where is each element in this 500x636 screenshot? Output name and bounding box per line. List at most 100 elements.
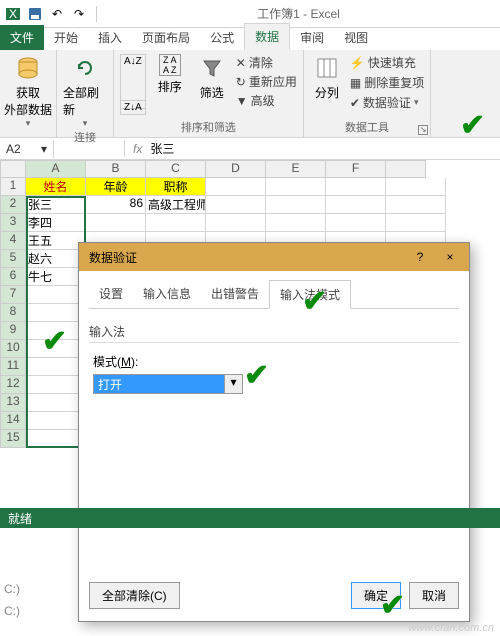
cell[interactable] bbox=[26, 412, 86, 430]
col-header[interactable] bbox=[386, 160, 426, 178]
tab-file[interactable]: 文件 bbox=[0, 25, 44, 50]
clear-icon: ✕ bbox=[236, 56, 246, 70]
dialog-tab-error-alert[interactable]: 出错警告 bbox=[201, 280, 269, 309]
group-sort-filter: A↓Z Z AA Z 排序 筛选 ✕清除 ↻重新应用 ▼高级 bbox=[114, 50, 304, 137]
formula-content[interactable]: 张三 bbox=[150, 140, 174, 157]
row-header[interactable]: 2 bbox=[0, 196, 26, 214]
row-header[interactable]: 1 bbox=[0, 178, 26, 196]
refresh-icon bbox=[71, 54, 99, 82]
mode-dropdown[interactable]: 打开 ▾ bbox=[93, 374, 243, 394]
cell[interactable]: 张三 bbox=[26, 196, 86, 214]
cell[interactable] bbox=[326, 214, 386, 232]
dialog-tab-input-message[interactable]: 输入信息 bbox=[133, 280, 201, 309]
tab-formulas[interactable]: 公式 bbox=[200, 25, 244, 50]
fx-icon[interactable]: fx bbox=[133, 142, 142, 156]
ime-group: 输入法 模式(M): 打开 ▾ bbox=[89, 319, 459, 412]
cell[interactable] bbox=[26, 376, 86, 394]
cell[interactable] bbox=[26, 304, 86, 322]
cell[interactable] bbox=[326, 196, 386, 214]
sort-za-button[interactable]: Z↓A bbox=[120, 100, 146, 115]
col-header[interactable]: E bbox=[266, 160, 326, 178]
redo-icon[interactable]: ↷ bbox=[70, 5, 88, 23]
dialog-launcher-icon[interactable]: ↘ bbox=[418, 125, 428, 135]
help-button[interactable]: ? bbox=[405, 250, 435, 264]
row-header[interactable]: 6 bbox=[0, 268, 26, 286]
undo-icon[interactable]: ↶ bbox=[48, 5, 66, 23]
cell[interactable] bbox=[146, 214, 206, 232]
remove-duplicates-button[interactable]: ▦删除重复项 bbox=[350, 74, 424, 91]
cell[interactable]: 高级工程师 bbox=[146, 196, 206, 214]
row-header[interactable]: 12 bbox=[0, 376, 26, 394]
cell[interactable] bbox=[266, 178, 326, 196]
cell[interactable] bbox=[26, 286, 86, 304]
col-header[interactable]: D bbox=[206, 160, 266, 178]
clear-all-button[interactable]: 全部清除(C) bbox=[89, 582, 180, 609]
col-header[interactable]: C bbox=[146, 160, 206, 178]
cell[interactable]: 李四 bbox=[26, 214, 86, 232]
col-header[interactable]: F bbox=[326, 160, 386, 178]
dialog-tab-settings[interactable]: 设置 bbox=[89, 280, 133, 309]
text-to-columns-button[interactable]: 分列 bbox=[310, 54, 344, 111]
col-header[interactable]: A bbox=[26, 160, 86, 178]
tab-review[interactable]: 审阅 bbox=[290, 25, 334, 50]
mode-label: 模式(M): bbox=[93, 353, 455, 370]
cell[interactable]: 王五 bbox=[26, 232, 86, 250]
cell[interactable] bbox=[266, 214, 326, 232]
cell[interactable] bbox=[86, 214, 146, 232]
cell[interactable] bbox=[326, 178, 386, 196]
get-external-data-button[interactable]: 获取 外部数据 ▾ bbox=[6, 54, 50, 129]
dialog-tab-ime-mode[interactable]: 输入法模式 bbox=[269, 280, 351, 309]
row-header[interactable]: 9 bbox=[0, 322, 26, 340]
cell[interactable] bbox=[386, 196, 446, 214]
row-header[interactable]: 11 bbox=[0, 358, 26, 376]
row-header[interactable]: 14 bbox=[0, 412, 26, 430]
flash-fill-button[interactable]: ⚡快速填充 bbox=[350, 54, 424, 71]
chevron-down-icon[interactable]: ▾ bbox=[224, 375, 242, 393]
cell[interactable]: 86 bbox=[86, 196, 146, 214]
ribbon: 获取 外部数据 ▾ 全部刷新 ▾ 连接 A↓Z Z AA Z 排序 bbox=[0, 50, 500, 138]
cell[interactable]: 赵六 bbox=[26, 250, 86, 268]
name-box[interactable]: A2 ▾ bbox=[0, 140, 54, 158]
cell[interactable] bbox=[206, 214, 266, 232]
cell[interactable]: 职称 bbox=[146, 178, 206, 196]
row-header[interactable]: 15 bbox=[0, 430, 26, 448]
row-header[interactable]: 5 bbox=[0, 250, 26, 268]
cell[interactable]: 年龄 bbox=[86, 178, 146, 196]
row-header[interactable]: 4 bbox=[0, 232, 26, 250]
cell[interactable] bbox=[386, 178, 446, 196]
tab-page-layout[interactable]: 页面布局 bbox=[132, 25, 200, 50]
cell[interactable] bbox=[26, 430, 86, 448]
cell[interactable] bbox=[26, 358, 86, 376]
row-header[interactable]: 7 bbox=[0, 286, 26, 304]
save-icon[interactable] bbox=[26, 5, 44, 23]
cell[interactable] bbox=[26, 322, 86, 340]
group-data-tools: 分列 ⚡快速填充 ▦删除重复项 ✔数据验证▾ 数据工具 ↘ bbox=[304, 50, 431, 137]
tab-view[interactable]: 视图 bbox=[334, 25, 378, 50]
tab-insert[interactable]: 插入 bbox=[88, 25, 132, 50]
reapply-button[interactable]: ↻重新应用 bbox=[236, 73, 297, 90]
ok-button[interactable]: 确定 bbox=[351, 582, 401, 609]
dialog-title-bar[interactable]: 数据验证 ? × bbox=[79, 243, 469, 271]
clear-button[interactable]: ✕清除 bbox=[236, 54, 297, 71]
row-header[interactable]: 10 bbox=[0, 340, 26, 358]
tab-home[interactable]: 开始 bbox=[44, 25, 88, 50]
cell[interactable] bbox=[26, 394, 86, 412]
data-validation-button[interactable]: ✔数据验证▾ bbox=[350, 94, 424, 111]
refresh-all-button[interactable]: 全部刷新 ▾ bbox=[63, 54, 107, 129]
cell[interactable] bbox=[26, 340, 86, 358]
row-header[interactable]: 8 bbox=[0, 304, 26, 322]
cell[interactable]: 姓名 bbox=[26, 178, 86, 196]
cell[interactable] bbox=[206, 178, 266, 196]
cell[interactable] bbox=[206, 196, 266, 214]
cancel-button[interactable]: 取消 bbox=[409, 582, 459, 609]
cell[interactable]: 牛七 bbox=[26, 268, 86, 286]
cell[interactable] bbox=[266, 196, 326, 214]
select-all-corner[interactable] bbox=[0, 160, 26, 178]
ribbon-tabs: 文件 开始 插入 页面布局 公式 数据 审阅 视图 bbox=[0, 28, 500, 50]
row-header[interactable]: 13 bbox=[0, 394, 26, 412]
close-button[interactable]: × bbox=[435, 250, 465, 264]
cell[interactable] bbox=[386, 214, 446, 232]
row-header[interactable]: 3 bbox=[0, 214, 26, 232]
col-header[interactable]: B bbox=[86, 160, 146, 178]
tab-data[interactable]: 数据 bbox=[244, 23, 290, 50]
